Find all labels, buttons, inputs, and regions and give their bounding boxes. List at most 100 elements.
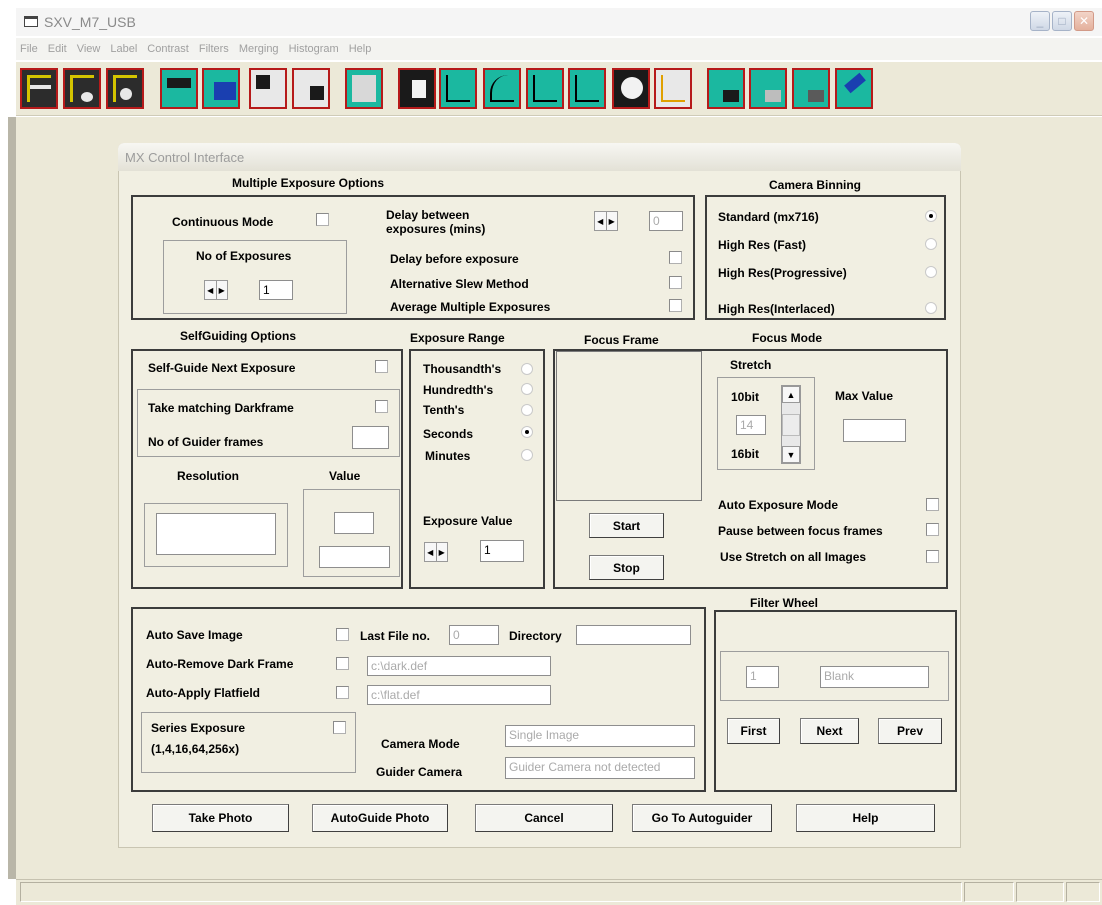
filter-prev-button[interactable]: Prev [878,718,942,744]
no-of-exposures-spinner[interactable]: ◀ ▶ [204,280,228,300]
auto-remove-dark-checkbox[interactable] [336,657,349,670]
stop-button[interactable]: Stop [589,555,664,580]
no-of-exposures-field[interactable]: 1 [259,280,293,300]
scroll-down-icon[interactable]: ▼ [782,446,800,463]
filter-next-button[interactable]: Next [800,718,859,744]
delay-between-spinner[interactable]: ◀ ▶ [594,211,618,231]
value-field-2[interactable] [319,546,390,568]
telescope-icon[interactable] [835,68,873,109]
no-of-exposures-label: No of Exposures [196,249,292,263]
flat-path-field[interactable]: c:\flat.def [367,685,551,705]
cancel-button[interactable]: Cancel [475,804,613,832]
binning-option-progressive: High Res(Progressive) [718,266,847,280]
series-exposure-label: Series Exposure [151,721,246,735]
menu-merging[interactable]: Merging [239,43,279,55]
pause-between-label: Pause between focus frames [718,524,883,538]
average-multiple-checkbox[interactable] [669,299,682,312]
continuous-mode-checkbox[interactable] [316,213,329,226]
range-seconds-radio[interactable] [521,426,533,438]
guider-camera-field[interactable]: Guider Camera not detected [505,757,695,779]
list-icon[interactable] [345,68,383,109]
binning-radio-progressive[interactable] [925,266,937,278]
camera-fits-icon[interactable] [20,68,58,109]
minus-icon[interactable] [707,68,745,109]
peak-icon[interactable] [654,68,692,109]
exposure-value-spinner[interactable]: ◀ ▶ [424,542,448,562]
camera-fits-alt-icon[interactable] [63,68,101,109]
series-exposure-checkbox[interactable] [333,721,346,734]
resolution-field[interactable] [156,513,276,555]
range-tenths-radio[interactable] [521,404,533,416]
autoguide-photo-button[interactable]: AutoGuide Photo [312,804,448,832]
filter-wheel-heading: Filter Wheel [750,596,819,610]
binning-radio-fast[interactable] [925,238,937,250]
close-button[interactable]: ✕ [1074,11,1094,31]
plus-icon[interactable] [792,68,830,109]
range-minutes-radio[interactable] [521,449,533,461]
exposure-value-field[interactable]: 1 [480,540,524,562]
transfer-right-icon[interactable] [292,68,330,109]
transfer-left-icon[interactable] [249,68,287,109]
linear-icon[interactable] [526,68,564,109]
range-seconds-label: Seconds [423,427,474,441]
range-hundredths-radio[interactable] [521,383,533,395]
auto-exposure-checkbox[interactable] [926,498,939,511]
value-label: Value [329,469,361,483]
bit16-label: 16bit [731,447,760,461]
maximize-button[interactable]: □ [1052,11,1072,31]
equator-icon[interactable] [612,68,650,109]
start-button[interactable]: Start [589,513,664,538]
take-matching-checkbox[interactable] [375,400,388,413]
self-guide-next-checkbox[interactable] [375,360,388,373]
filter-name-field[interactable]: Blank [820,666,929,688]
help-button[interactable]: Help [796,804,935,832]
menu-view[interactable]: View [77,43,101,55]
stretch-value-field[interactable]: 14 [736,415,766,435]
last-file-field[interactable]: 0 [449,625,499,645]
menu-filters[interactable]: Filters [199,43,229,55]
histogram-left-icon[interactable] [439,68,477,109]
menu-histogram[interactable]: Histogram [289,43,339,55]
menu-file[interactable]: File [20,43,38,55]
scroll-up-icon[interactable]: ▲ [782,386,800,403]
max-value-field[interactable] [843,419,906,442]
alt-slew-checkbox[interactable] [669,276,682,289]
binning-radio-standard[interactable] [925,210,937,222]
curve-icon[interactable] [483,68,521,109]
menu-contrast[interactable]: Contrast [147,43,189,55]
scroll-thumb[interactable] [782,414,800,436]
pause-between-checkbox[interactable] [926,523,939,536]
filter-position-field[interactable]: 1 [746,666,779,688]
alt-slew-label: Alternative Slew Method [390,277,529,291]
text-icon[interactable] [398,68,436,109]
monitor-icon[interactable] [202,68,240,109]
camera-frame-icon[interactable] [106,68,144,109]
delay-before-label: Delay before exposure [390,252,519,266]
multiply-icon[interactable] [749,68,787,109]
delay-between-field[interactable]: 0 [649,211,683,231]
auto-save-checkbox[interactable] [336,628,349,641]
auto-apply-flat-checkbox[interactable] [336,686,349,699]
value-field-1[interactable] [334,512,374,534]
stretch-scrollbar[interactable]: ▲ ▼ [781,385,801,464]
minimize-button[interactable]: _ [1030,11,1050,31]
cable-icon[interactable] [160,68,198,109]
guider-frames-field[interactable] [352,426,389,449]
use-stretch-checkbox[interactable] [926,550,939,563]
range-tenths-label: Tenth's [423,403,465,417]
range-minutes-label: Minutes [425,449,471,463]
auto-apply-flat-label: Auto-Apply Flatfield [146,686,260,700]
binning-radio-interlaced[interactable] [925,302,937,314]
menu-help[interactable]: Help [349,43,372,55]
menu-label[interactable]: Label [110,43,137,55]
filter-first-button[interactable]: First [727,718,780,744]
menu-edit[interactable]: Edit [48,43,67,55]
dark-path-field[interactable]: c:\dark.def [367,656,551,676]
go-to-autoguider-button[interactable]: Go To Autoguider [632,804,772,832]
delay-before-checkbox[interactable] [669,251,682,264]
histogram-right-icon[interactable] [568,68,606,109]
take-photo-button[interactable]: Take Photo [152,804,289,832]
camera-mode-field[interactable]: Single Image [505,725,695,747]
directory-field[interactable] [576,625,691,645]
range-thousandths-radio[interactable] [521,363,533,375]
